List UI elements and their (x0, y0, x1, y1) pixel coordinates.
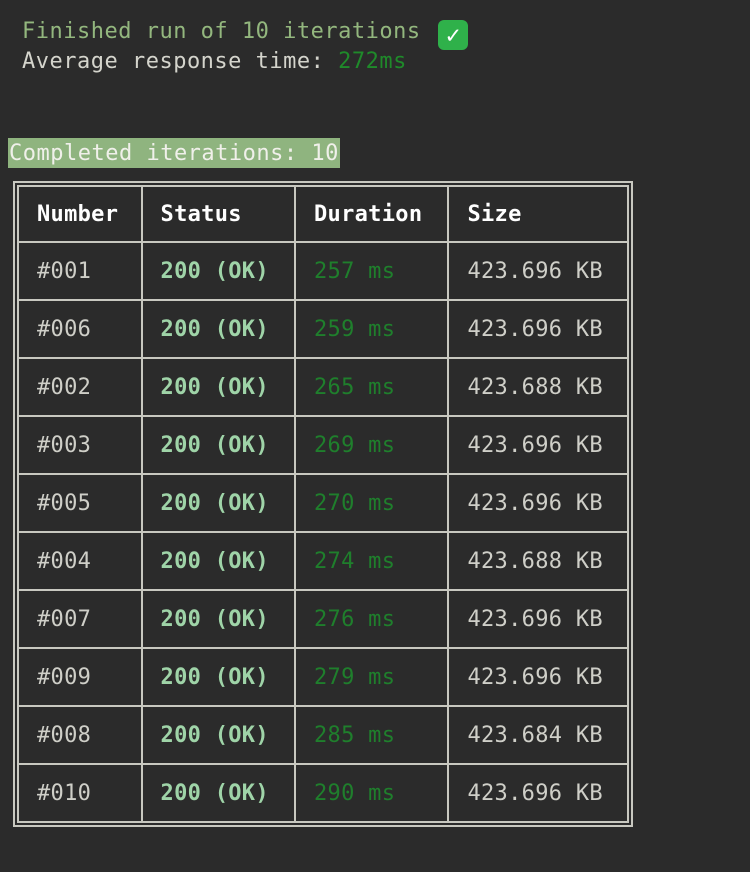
cell-size: 423.684 KB (447, 705, 629, 765)
cell-duration: 274 ms (293, 531, 450, 591)
cell-status: 200 (OK) (140, 357, 297, 417)
cell-size: 423.696 KB (447, 647, 629, 707)
cell-number: #001 (17, 241, 143, 301)
results-table: Number Status Duration Size #001 200 (OK)… (17, 185, 629, 823)
cell-status: 200 (OK) (140, 473, 297, 533)
header-duration: Duration (293, 185, 450, 243)
header-size: Size (447, 185, 629, 243)
completed-iterations-badge: Completed iterations: 10 (8, 138, 340, 168)
cell-number: #002 (17, 357, 143, 417)
cell-duration: 265 ms (293, 357, 450, 417)
cell-size: 423.696 KB (447, 415, 629, 475)
cell-duration: 276 ms (293, 589, 450, 649)
table-row: #006 200 (OK) 259 ms 423.696 KB (17, 299, 629, 359)
table-row: #010 200 (OK) 290 ms 423.696 KB (17, 763, 629, 823)
cell-number: #008 (17, 705, 143, 765)
cell-status: 200 (OK) (140, 299, 297, 359)
cell-size: 423.688 KB (447, 357, 629, 417)
cell-size: 423.696 KB (447, 473, 629, 533)
cell-number: #009 (17, 647, 143, 707)
cell-status: 200 (OK) (140, 705, 297, 765)
cell-size: 423.696 KB (447, 763, 629, 823)
cell-number: #006 (17, 299, 143, 359)
finished-run-message: Finished run of 10 iterations ✓ (22, 19, 469, 50)
cell-status: 200 (OK) (140, 763, 297, 823)
cell-size: 423.688 KB (447, 531, 629, 591)
cell-duration: 290 ms (293, 763, 450, 823)
cell-status: 200 (OK) (140, 241, 297, 301)
cell-duration: 259 ms (293, 299, 450, 359)
cell-number: #004 (17, 531, 143, 591)
cell-number: #005 (17, 473, 143, 533)
table-row: #001 200 (OK) 257 ms 423.696 KB (17, 241, 629, 301)
table-row: #007 200 (OK) 276 ms 423.696 KB (17, 589, 629, 649)
cell-size: 423.696 KB (447, 241, 629, 301)
table-row: #002 200 (OK) 265 ms 423.688 KB (17, 357, 629, 417)
cell-number: #010 (17, 763, 143, 823)
finished-run-text: Finished run of 10 iterations (22, 19, 421, 44)
table-row: #005 200 (OK) 270 ms 423.696 KB (17, 473, 629, 533)
cell-number: #003 (17, 415, 143, 475)
table-header-row: Number Status Duration Size (17, 185, 629, 243)
cell-duration: 285 ms (293, 705, 450, 765)
header-number: Number (17, 185, 143, 243)
average-response-value: 272ms (338, 49, 407, 74)
cell-size: 423.696 KB (447, 299, 629, 359)
cell-status: 200 (OK) (140, 647, 297, 707)
cell-duration: 270 ms (293, 473, 450, 533)
cell-duration: 257 ms (293, 241, 450, 301)
cell-status: 200 (OK) (140, 415, 297, 475)
results-table-frame: Number Status Duration Size #001 200 (OK)… (13, 181, 633, 827)
cell-status: 200 (OK) (140, 589, 297, 649)
check-mark-icon: ✓ (438, 20, 469, 50)
cell-duration: 279 ms (293, 647, 450, 707)
table-row: #004 200 (OK) 274 ms 423.688 KB (17, 531, 629, 591)
average-response-label: Average response time: (22, 49, 339, 74)
average-response-line: Average response time: 272ms (22, 49, 407, 74)
table-row: #009 200 (OK) 279 ms 423.696 KB (17, 647, 629, 707)
cell-duration: 269 ms (293, 415, 450, 475)
table-row: #003 200 (OK) 269 ms 423.696 KB (17, 415, 629, 475)
header-status: Status (140, 185, 297, 243)
table-row: #008 200 (OK) 285 ms 423.684 KB (17, 705, 629, 765)
cell-size: 423.696 KB (447, 589, 629, 649)
cell-status: 200 (OK) (140, 531, 297, 591)
cell-number: #007 (17, 589, 143, 649)
